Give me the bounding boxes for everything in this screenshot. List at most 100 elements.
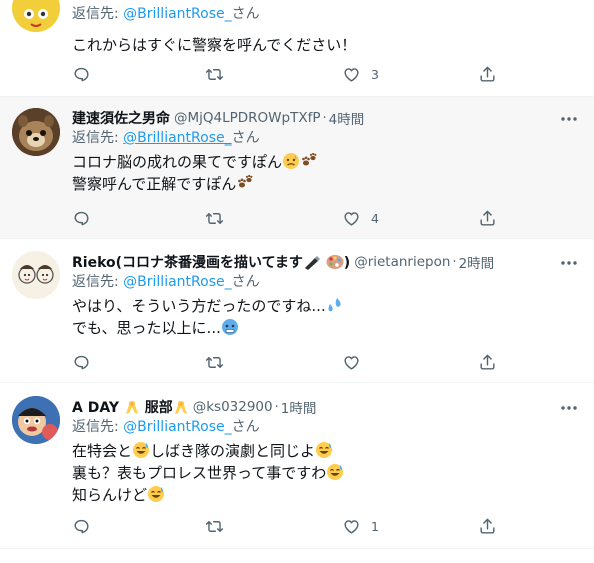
separator-dot: · [322,110,327,126]
like-count: 1 [371,518,379,534]
tweet[interactable]: Rieko(コロナ茶番漫画を描いてます ) @rietanriepon · 2時… [0,239,594,383]
separator-dot: · [274,399,279,415]
tweet-text-line: しばき隊の演劇と同じよ [150,442,316,460]
like-count: 4 [371,210,379,226]
reply-button[interactable] [72,352,91,372]
reply-icon [74,211,89,225]
retweet-button[interactable] [205,64,224,84]
tweet-text-line: 在特会と [72,442,133,460]
tweet-header: 建速須佐之男命 @MjQ4LPDROWpTXfP · 4時間 [72,108,580,128]
reply-suffix: さん [231,130,260,146]
grinning-sweat-emoji-icon [133,442,150,458]
reply-to-line: 返信先: @BrilliantRose_さん [72,417,580,437]
user-handle[interactable]: @rietanriepon [354,254,450,270]
like-button[interactable]: 1 [342,516,379,536]
like-button[interactable]: 4 [342,208,379,228]
retweet-icon [205,212,224,224]
tweet-text: 在特会と しばき隊の演劇と同じよ 裏も？表もプロレス世界って事ですわ 知らんけど [72,440,580,506]
more-icon [561,406,577,410]
tweet-text-line: 警察呼んで正解ですぽん [72,175,237,193]
reply-icon [74,355,89,369]
avatar[interactable] [12,108,60,156]
reply-to-line: 返信先: @BrilliantRose_さん [72,272,580,292]
yellow-ribbon-emoji-icon [125,401,138,414]
sweat-droplets-emoji-icon [328,298,341,312]
like-icon [344,67,359,82]
share-icon [480,354,495,370]
timestamp[interactable]: 1時間 [281,397,317,417]
reply-prefix: 返信先: [72,6,119,22]
yellow-ribbon-emoji-icon [174,401,187,414]
display-name[interactable]: Rieko(コロナ茶番漫画を描いてます ) [72,252,350,272]
share-button[interactable] [478,516,497,536]
tweet-text-line: 裏も？表もプロレス世界って事ですわ [72,464,327,482]
display-name[interactable]: 建速須佐之男命 [72,108,170,128]
reply-to-line: 返信先: @BrilliantRose_さん [72,4,580,24]
tweet-header: Rieko(コロナ茶番漫画を描いてます ) @rietanriepon · 2時… [72,252,580,272]
timestamp[interactable]: 4時間 [329,108,365,128]
retweet-button[interactable] [205,208,224,228]
like-icon [344,519,359,534]
tweet-text-line: コロナ脳の成れの果てですぽん [72,153,283,171]
reply-to-link[interactable]: @BrilliantRose_ [123,274,231,290]
pen-emoji-icon [304,256,320,270]
avatar[interactable] [12,0,60,32]
paw-prints-emoji-icon [302,152,317,166]
like-button[interactable] [342,352,371,372]
reply-to-line: 返信先: @BrilliantRose_さん [72,128,580,148]
reply-to-link[interactable]: @BrilliantRose_ [123,130,231,146]
retweet-button[interactable] [205,352,224,372]
reply-to-link[interactable]: @BrilliantRose_ [123,6,231,22]
tweet-text-line: やはり、そういう方だったのですね... [72,297,326,315]
grinning-sweat-emoji-icon [316,442,333,458]
reply-prefix: 返信先: [72,274,119,290]
share-icon [480,210,495,226]
timestamp[interactable]: 2時間 [459,252,495,272]
like-count: 3 [371,66,379,82]
cold-face-emoji-icon [221,319,238,335]
more-options-button[interactable] [558,109,580,129]
avatar[interactable] [12,396,60,444]
avatar[interactable] [12,251,60,299]
like-icon [344,211,359,226]
retweet-button[interactable] [205,516,224,536]
retweet-icon [205,356,224,368]
tweet-text-line: 知らんけど [72,486,148,504]
grinning-sweat-emoji-icon [327,464,344,480]
tweet-text: やはり、そういう方だったのですね... でも、思った以上に... [72,295,580,339]
like-button[interactable]: 3 [342,64,379,84]
reply-icon [74,67,89,81]
tweet-text-line: これからはすぐに警察を呼んでください！ [72,36,357,54]
share-icon [480,66,495,82]
paw-prints-emoji-icon [238,174,253,188]
display-name-text: A DAY [72,400,119,416]
artist-palette-emoji-icon [326,255,344,269]
tweet[interactable]: 建速須佐之男命 @MjQ4LPDROWpTXfP · 4時間 返信先: @Bri… [0,97,594,239]
reply-to-link[interactable]: @BrilliantRose_ [123,419,231,435]
share-button[interactable] [478,208,497,228]
tweet[interactable]: 返信先: @BrilliantRose_さん これからはすぐに警察を呼んでくださ… [0,0,594,97]
reply-button[interactable] [72,208,91,228]
timeline-feed: 返信先: @BrilliantRose_さん これからはすぐに警察を呼んでくださ… [0,0,594,563]
display-name-text: 服部 [144,400,173,416]
retweet-icon [205,68,224,80]
more-options-button[interactable] [558,253,580,273]
more-icon [561,261,577,265]
user-handle[interactable]: @ks032900 [193,399,273,415]
user-handle[interactable]: @MjQ4LPDROWpTXfP [174,110,320,126]
share-button[interactable] [478,352,497,372]
display-name-end: ) [343,255,351,271]
more-options-button[interactable] [558,398,580,418]
reply-suffix: さん [231,274,260,290]
reply-button[interactable] [72,516,91,536]
tweet[interactable]: A DAY 服部 @ks032900 · 1時間 返信先: @Brilliant… [0,383,594,549]
share-icon [480,518,495,534]
display-name[interactable]: A DAY 服部 [72,397,189,417]
reply-button[interactable] [72,64,91,84]
grinning-sweat-emoji-icon [148,486,165,502]
tweet-header: A DAY 服部 @ks032900 · 1時間 [72,397,580,417]
reply-prefix: 返信先: [72,130,119,146]
reply-suffix: さん [231,419,260,435]
share-button[interactable] [478,64,497,84]
reply-suffix: さん [231,6,260,22]
